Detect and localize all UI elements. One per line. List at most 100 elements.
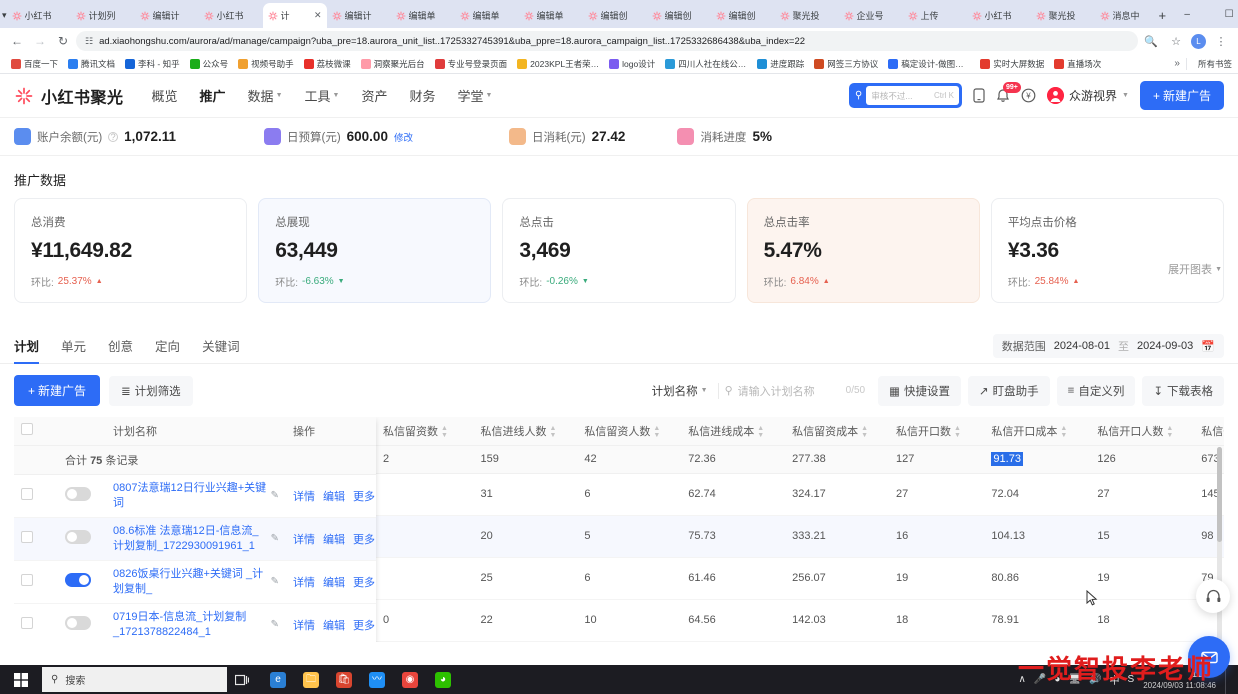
column-header-0[interactable]: 私信留资数▲▼ <box>376 417 474 445</box>
bookmark-item[interactable]: 腾讯文档 <box>63 58 120 70</box>
brand[interactable]: 小红书聚光 <box>14 84 124 108</box>
nav-item-5[interactable]: 财务 <box>407 82 437 109</box>
column-header-4[interactable]: 私信留资成本▲▼ <box>785 417 889 445</box>
browser-tab[interactable]: 企业号 <box>839 3 903 28</box>
nav-item-6[interactable]: 学堂▼ <box>455 82 494 109</box>
back-icon[interactable]: ← <box>7 31 27 51</box>
browser-tab[interactable]: 编辑单 <box>519 3 583 28</box>
new-ad-button-secondary[interactable]: + 新建广告 <box>14 375 100 406</box>
op-link-详情[interactable]: 详情 <box>293 574 315 590</box>
edit-pencil-icon[interactable]: ✎ <box>271 490 279 501</box>
browser-tab[interactable]: 编辑单 <box>391 3 455 28</box>
minimize-button[interactable]: – <box>1166 0 1208 28</box>
level-tab-4[interactable]: 关键词 <box>202 336 240 363</box>
plan-name-header[interactable]: 计划名称 <box>106 417 286 445</box>
browser-tab[interactable]: 编辑创 <box>711 3 775 28</box>
table-row-frozen[interactable]: 0719日本-信息流_计划复制_1721378822484_1✎详情编辑更多 <box>14 603 376 642</box>
edge-icon[interactable]: e <box>263 665 293 694</box>
sort-icon[interactable]: ▲▼ <box>861 425 868 439</box>
op-link-详情[interactable]: 详情 <box>293 531 315 547</box>
bookmark-item[interactable]: 百度一下 <box>6 58 63 70</box>
plan-name-link[interactable]: 08.6标准 法意瑞12日-信息流_计划复制_1722930091961_1 <box>113 524 267 554</box>
search-input[interactable]: 审核不过... <box>871 90 912 102</box>
nav-item-1[interactable]: 推广 <box>198 82 228 109</box>
browser-tab[interactable]: 编辑单 <box>455 3 519 28</box>
row-checkbox[interactable] <box>21 488 33 500</box>
op-link-编辑[interactable]: 编辑 <box>323 574 345 590</box>
nav-item-4[interactable]: 资产 <box>359 82 389 109</box>
taskbar-search[interactable]: ⚲ 搜索 <box>42 667 227 692</box>
table-row[interactable]: 20575.73333.2116104.1315982024-08-06 15:… <box>376 515 1224 557</box>
forward-icon[interactable]: → <box>30 31 50 51</box>
address-bar[interactable]: ☷ ad.xiaohongshu.com/aurora/ad/manage/ca… <box>76 31 1138 51</box>
zoom-icon[interactable]: 🔍 <box>1141 31 1161 51</box>
expand-chart-button[interactable]: 展开图表 ▼ <box>1168 261 1222 277</box>
level-tab-2[interactable]: 创意 <box>108 336 133 363</box>
level-tab-1[interactable]: 单元 <box>61 336 86 363</box>
sort-icon[interactable]: ▲▼ <box>1166 425 1173 439</box>
sort-icon[interactable]: ▲▼ <box>653 425 660 439</box>
op-link-编辑[interactable]: 编辑 <box>323 488 345 504</box>
bookmark-item[interactable]: 洞察聚光后台 <box>356 58 430 70</box>
sort-icon[interactable]: ▲▼ <box>441 425 448 439</box>
column-header-7[interactable]: 私信开口人数▲▼ <box>1090 417 1194 445</box>
browser-tab[interactable]: 小红书 <box>7 3 71 28</box>
status-toggle[interactable] <box>65 530 91 544</box>
date-range-start[interactable]: 2024-08-01 <box>1054 340 1110 352</box>
store-icon[interactable]: 🛍 <box>329 665 359 694</box>
sort-icon[interactable]: ▲▼ <box>550 425 557 439</box>
plan-name-link[interactable]: 0719日本-信息流_计划复制_1721378822484_1 <box>113 610 267 640</box>
plan-search-input[interactable]: 请输入计划名称 <box>738 383 815 399</box>
nav-item-0[interactable]: 概览 <box>150 82 180 109</box>
metric-card[interactable]: 总展现63,449环比:-6.63%▼ <box>258 198 491 303</box>
bookmark-item[interactable]: 稿定设计-做图做视... <box>883 58 975 70</box>
help-icon[interactable]: ? <box>108 132 118 142</box>
op-link-更多[interactable]: 更多 <box>353 531 375 547</box>
op-link-编辑[interactable]: 编辑 <box>323 531 345 547</box>
chrome-icon[interactable]: ◉ <box>395 665 425 694</box>
date-range-picker[interactable]: 数据范围 2024-08-01 至 2024-09-03 📅 <box>993 334 1224 358</box>
quick-settings-button[interactable]: ▦ 快捷设置 <box>878 376 961 406</box>
column-header-2[interactable]: 私信留资人数▲▼ <box>577 417 681 445</box>
op-link-详情[interactable]: 详情 <box>293 617 315 633</box>
browser-menu-icon[interactable]: ⋮ <box>1211 31 1231 51</box>
help-headset-icon[interactable] <box>1196 579 1230 613</box>
name-field-selector[interactable]: 计划名称 ▼ <box>652 383 708 399</box>
file-explorer-icon[interactable]: 🗀 <box>296 665 326 694</box>
assistant-button[interactable]: ↗ 盯盘助手 <box>968 376 1050 406</box>
browser-tab[interactable]: 上传 <box>903 3 967 28</box>
browser-tab[interactable]: 计✕ <box>263 3 327 28</box>
calendar-icon[interactable]: 📅 <box>1201 340 1215 353</box>
column-header-1[interactable]: 私信进线人数▲▼ <box>474 417 578 445</box>
row-checkbox[interactable] <box>21 574 33 586</box>
account-menu[interactable]: 众游视界 ▼ <box>1047 87 1129 104</box>
wechat-icon[interactable]: ◕ <box>428 665 458 694</box>
browser-tab[interactable]: 编辑计 <box>135 3 199 28</box>
op-link-更多[interactable]: 更多 <box>353 574 375 590</box>
row-checkbox[interactable] <box>21 617 33 629</box>
metric-card[interactable]: 总点击率5.47%环比:6.84%▲ <box>747 198 980 303</box>
edit-pencil-icon[interactable]: ✎ <box>271 619 279 630</box>
global-search[interactable]: ⚲ 审核不过... Ctrl K <box>849 83 962 108</box>
row-checkbox[interactable] <box>21 531 33 543</box>
column-header-5[interactable]: 私信开口数▲▼ <box>889 417 984 445</box>
column-header-6[interactable]: 私信开口成本▲▼ <box>984 417 1090 445</box>
op-link-更多[interactable]: 更多 <box>353 488 375 504</box>
metric-card[interactable]: 总消费¥11,649.82环比:25.37%▲ <box>14 198 247 303</box>
edit-pencil-icon[interactable]: ✎ <box>271 576 279 587</box>
nav-item-3[interactable]: 工具▼ <box>303 82 342 109</box>
new-ad-button[interactable]: + 新建广告 <box>1140 81 1224 110</box>
task-view-icon[interactable] <box>227 665 257 694</box>
bookmark-item[interactable]: 直播场次 <box>1049 58 1106 70</box>
table-row-frozen[interactable]: 0826饭桌行业兴趣+关键词 _计划复制_ ✎ 详情编辑更多 <box>14 560 376 603</box>
metric-card[interactable]: 总点击3,469环比:-0.26%▼ <box>502 198 735 303</box>
op-link-编辑[interactable]: 编辑 <box>323 617 345 633</box>
sort-icon[interactable]: ▲▼ <box>757 425 764 439</box>
plan-name-link[interactable]: 0826饭桌行业兴趣+关键词 _计划复制_ <box>113 567 267 597</box>
table-row-frozen[interactable]: 08.6标准 法意瑞12日-信息流_计划复制_1722930091961_1✎详… <box>14 517 376 560</box>
all-bookmarks-button[interactable]: 所有书签 <box>1186 58 1232 70</box>
reload-icon[interactable]: ↻ <box>53 31 73 51</box>
status-toggle[interactable] <box>65 573 91 587</box>
bookmark-item[interactable]: 进度跟踪 <box>752 58 809 70</box>
browser-tab[interactable]: 聚光投 <box>775 3 839 28</box>
